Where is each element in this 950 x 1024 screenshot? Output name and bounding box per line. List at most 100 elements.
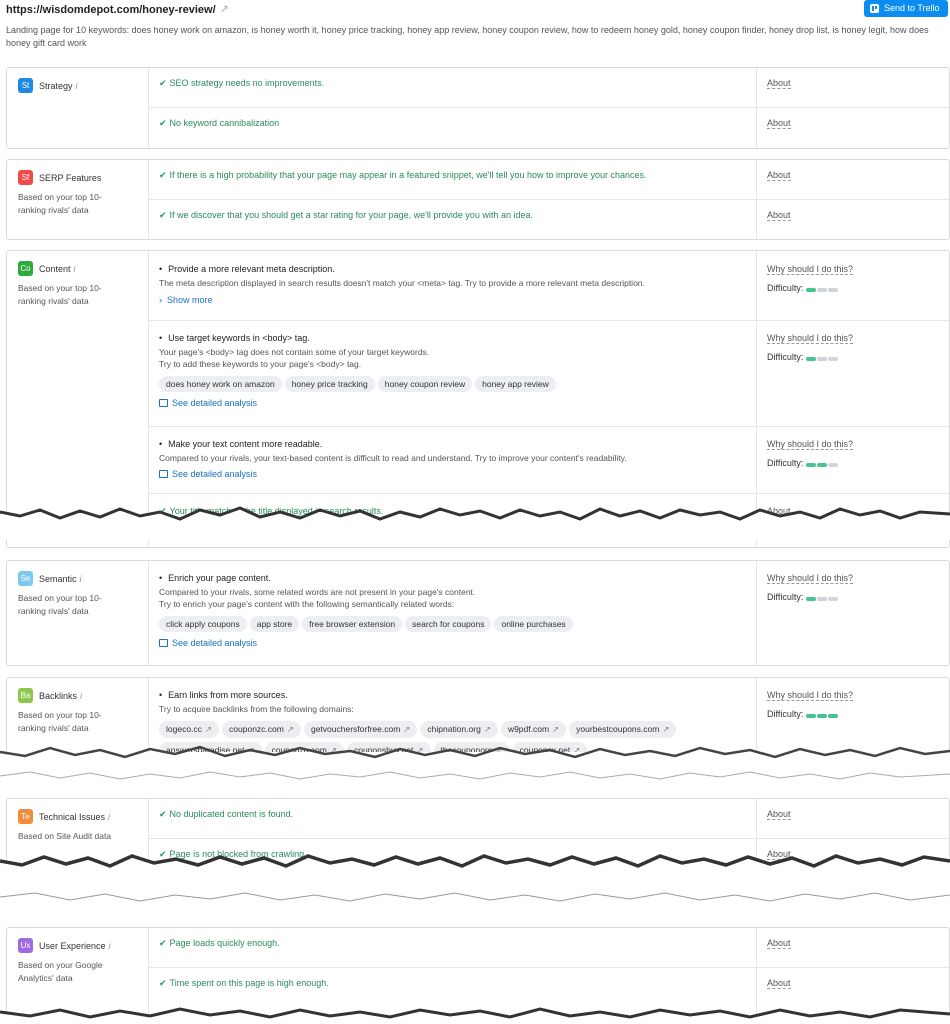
difficulty-label: Difficulty: xyxy=(767,592,804,602)
info-icon[interactable]: i xyxy=(74,264,76,274)
about-link[interactable]: About xyxy=(767,978,791,989)
about-link[interactable]: About xyxy=(767,809,791,820)
check-icon: ✔ xyxy=(159,978,167,988)
desc-line: Try to add these keywords to your page's… xyxy=(159,359,362,369)
info-icon[interactable]: i xyxy=(80,691,82,701)
backlinks-title: Backlinks xyxy=(39,690,78,701)
check-icon: ✔ xyxy=(159,170,167,180)
why-link[interactable]: Why should I do this? xyxy=(767,264,854,275)
check-icon: ✔ xyxy=(159,938,167,948)
domain-label: yourbestcoupons.com xyxy=(576,724,660,734)
difficulty-label: Difficulty: xyxy=(767,709,804,719)
see-detailed-analysis-link[interactable]: See detailed analysis xyxy=(159,638,749,648)
strategy-row-2: ✔ No keyword cannibalization About xyxy=(149,108,949,148)
landing-keywords: Landing page for 10 keywords: does honey… xyxy=(6,25,929,48)
technical-title: Technical Issues xyxy=(39,811,106,822)
difficulty-meter xyxy=(806,710,839,720)
semantic-card: Se Semantic i Based on your top 10-ranking… xyxy=(6,560,950,666)
content-category: Co Content i Based on your top 10-ranking … xyxy=(7,251,149,547)
analysis-icon xyxy=(159,399,168,407)
about-link[interactable]: About xyxy=(767,849,791,860)
about-link[interactable]: About xyxy=(767,938,791,949)
serp-subtitle: Based on your top 10-ranking rivals' dat… xyxy=(18,192,102,215)
content-badge: Co xyxy=(18,261,33,276)
ux-badge: Ux xyxy=(18,938,33,953)
domain-label: chipnation.org xyxy=(427,724,481,734)
domain-chip[interactable]: answersparadise.net ↗ xyxy=(159,742,262,759)
why-link[interactable]: Why should I do this? xyxy=(767,439,854,450)
external-link-icon: ↗ xyxy=(495,745,503,755)
keyword-chip: honey coupon review xyxy=(377,376,473,392)
domain-chip[interactable]: couponzc.com ↗ xyxy=(222,721,301,738)
domain-chip[interactable]: couponsbuy.net ↗ xyxy=(346,742,431,759)
idea-text: If there is a high probability that your… xyxy=(169,170,647,180)
why-link[interactable]: Why should I do this? xyxy=(767,690,854,701)
domain-chip[interactable]: getvouchersforfree.com ↗ xyxy=(303,721,418,738)
difficulty: Difficulty: xyxy=(767,283,949,294)
idea-title: Provide a more relevant meta description… xyxy=(159,264,749,274)
domain-chip[interactable]: logeco.cc ↗ xyxy=(159,721,220,738)
backlinks-card: Ba Backlinks i Based on your top 10-rankin… xyxy=(6,677,950,787)
related-word-chips: click apply coupons app store free browser… xyxy=(159,616,749,636)
external-link-icon: ↗ xyxy=(416,745,424,755)
external-link-icon: ↗ xyxy=(247,745,255,755)
idea-text: No keyword cannibalization xyxy=(169,118,280,128)
about-link[interactable]: About xyxy=(767,118,791,129)
ux-category: Ux User Experience i Based on your Google … xyxy=(7,928,149,1023)
info-icon[interactable]: i xyxy=(109,941,111,951)
domain-chip[interactable]: couponsx.net ↗ xyxy=(512,742,588,759)
see-detailed-label: See detailed analysis xyxy=(172,469,258,479)
content-title: Content xyxy=(39,263,71,274)
why-link[interactable]: Why should I do this? xyxy=(767,333,854,344)
see-detailed-analysis-link[interactable]: See detailed analysis xyxy=(159,398,749,408)
domain-label: thecouponorg xyxy=(440,745,493,755)
external-link-icon: ↗ xyxy=(286,724,294,734)
info-icon[interactable]: i xyxy=(76,81,78,91)
info-icon[interactable]: i xyxy=(80,574,82,584)
keyword-chip: honey app review xyxy=(475,376,556,392)
domain-chip[interactable]: w9pdf.com ↗ xyxy=(500,721,567,738)
domain-label: couponsbuy.net xyxy=(353,745,414,755)
external-link-icon: ↗ xyxy=(403,724,411,734)
content-item-3: Make your text content more readable. Co… xyxy=(149,427,949,494)
serp-row-1: ✔ If there is a high probability that you… xyxy=(149,160,949,200)
external-link-icon: ↗ xyxy=(552,724,560,734)
why-link[interactable]: Why should I do this? xyxy=(767,573,854,584)
send-to-trello-button[interactable]: Send to Trello xyxy=(864,0,948,17)
semantic-item: Enrich your page content. Compared to yo… xyxy=(149,561,949,665)
about-link[interactable]: About xyxy=(767,78,791,89)
domain-chip[interactable]: chipnation.org ↗ xyxy=(420,721,498,738)
about-link[interactable]: About xyxy=(767,210,791,221)
difficulty: Difficulty: xyxy=(767,592,949,603)
domain-label: answersparadise.net xyxy=(166,745,245,755)
see-detailed-analysis-link[interactable]: See detailed analysis xyxy=(159,469,749,479)
difficulty-meter xyxy=(806,593,839,603)
domain-label: logeco.cc xyxy=(166,724,202,734)
about-link[interactable]: About xyxy=(767,170,791,181)
page-url[interactable]: https://wisdomdepot.com/honey-review/ ↗ xyxy=(6,3,229,16)
domain-label: couponsx.net xyxy=(519,745,571,755)
strategy-category: St Strategy i xyxy=(7,68,149,148)
idea-title: Earn links from more sources. xyxy=(159,690,749,700)
domain-chip[interactable]: thecouponorg ↗ xyxy=(433,742,510,759)
show-more-link[interactable]: › Show more xyxy=(159,295,749,305)
technical-row-1: ✔ No duplicated content is found. About xyxy=(149,799,949,839)
difficulty-meter xyxy=(806,284,839,294)
strategy-row-1: ✔ SEO strategy needs no improvements. Abo… xyxy=(149,68,949,108)
domain-chips: logeco.cc ↗ couponzc.com ↗ getvouchersforfre… xyxy=(159,721,749,763)
idea-description: Try to acquire backlinks from the follow… xyxy=(159,704,354,714)
semantic-title: Semantic xyxy=(39,573,77,584)
technical-row-2: ✔ Page is not blocked from crawling About xyxy=(149,839,949,883)
ux-row-1: ✔ Page loads quickly enough. About xyxy=(149,928,949,968)
idea-title: Enrich your page content. xyxy=(159,573,749,583)
see-detailed-label: See detailed analysis xyxy=(172,398,258,408)
external-link-icon[interactable]: ↗ xyxy=(220,3,229,16)
domain-chip[interactable]: yourbestcoupons.com ↗ xyxy=(569,721,677,738)
about-link[interactable]: About xyxy=(767,506,791,517)
domain-chip[interactable]: couponzo.com ↗ xyxy=(264,742,344,759)
external-link-icon: ↗ xyxy=(204,724,213,734)
info-icon[interactable]: i xyxy=(108,812,110,822)
page-url-text[interactable]: https://wisdomdepot.com/honey-review/ xyxy=(6,4,216,16)
desc-line: Your page's <body> tag does not contain … xyxy=(159,347,430,357)
domain-label: getvouchersforfree.com xyxy=(310,724,401,734)
